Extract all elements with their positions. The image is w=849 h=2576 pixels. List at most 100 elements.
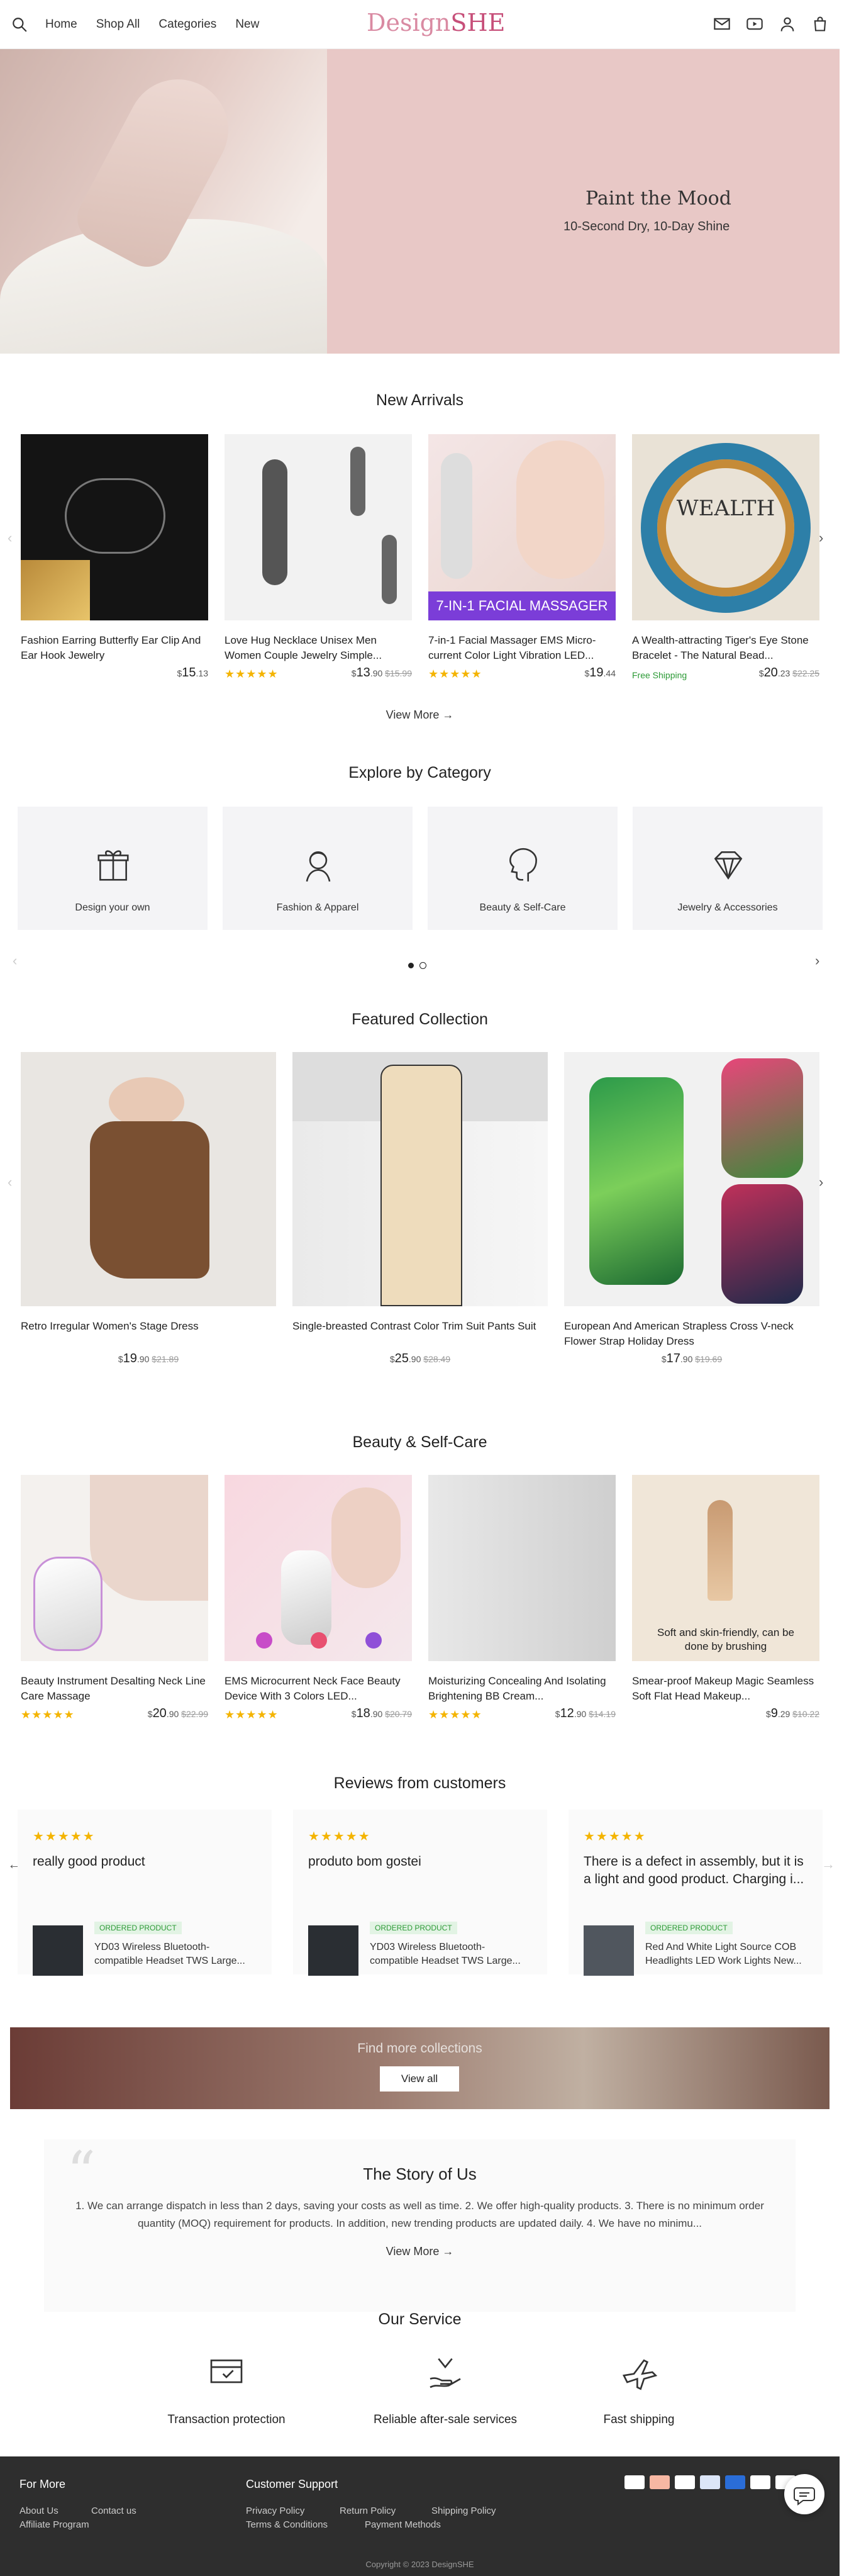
product-image — [225, 1475, 412, 1661]
footer-link-contact[interactable]: Contact us — [91, 2506, 136, 2516]
product-image — [225, 434, 412, 620]
new-arrivals-view-more[interactable]: View More → — [0, 708, 840, 722]
category-label: Fashion & Apparel — [276, 902, 359, 913]
nav-new[interactable]: New — [235, 18, 259, 31]
product-name[interactable]: A Wealth-attracting Tiger's Eye Stone Br… — [632, 633, 819, 663]
price-dec: .90 — [408, 1354, 421, 1364]
old-price: $21.89 — [152, 1354, 179, 1364]
product-name[interactable]: Moisturizing Concealing And Isolating Br… — [428, 1674, 616, 1704]
product-name[interactable]: EMS Microcurrent Neck Face Beauty Device… — [225, 1674, 412, 1704]
product-card[interactable]: 7-IN-1 FACIAL MASSAGER 7-in-1 Facial Mas… — [428, 434, 616, 680]
footer-link-terms[interactable]: Terms & Conditions — [246, 2519, 328, 2530]
product-card[interactable]: Beauty Instrument Desalting Neck Line Ca… — [21, 1475, 208, 1721]
reviewed-product-name: YD03 Wireless Bluetooth-compatible Heads… — [370, 1942, 521, 1966]
product-card[interactable]: Soft and skin-friendly, can be done by b… — [632, 1475, 819, 1721]
product-card[interactable]: Fashion Earring Butterfly Ear Clip And E… — [21, 434, 208, 680]
arrow-right-icon[interactable]: → — [821, 1856, 835, 1873]
chat-button[interactable] — [784, 2474, 824, 2514]
view-more-label: View More — [386, 708, 440, 721]
payment-protection-icon — [210, 2360, 243, 2383]
mail-icon[interactable] — [713, 15, 731, 33]
site-logo[interactable]: DesignSHE — [367, 9, 505, 36]
free-shipping-label: Free Shipping — [632, 670, 687, 680]
product-card[interactable]: Single-breasted Contrast Color Trim Suit… — [292, 1052, 548, 1366]
product-price: $25.90 $28.49 — [389, 1352, 451, 1365]
product-name[interactable]: Love Hug Necklace Unisex Men Women Coupl… — [225, 633, 412, 663]
youtube-icon[interactable] — [746, 15, 763, 33]
cart-icon[interactable] — [811, 15, 829, 33]
old-price: $15.99 — [385, 668, 412, 678]
nav-shop-all[interactable]: Shop All — [96, 18, 140, 31]
price-dec: .44 — [603, 668, 616, 678]
after-sale-icon — [430, 2358, 461, 2388]
product-price: $19.90 $21.89 — [118, 1352, 179, 1365]
service-label: Fast shipping — [603, 2413, 675, 2426]
product-price: $9.29 $10.22 — [765, 1706, 819, 1720]
story-view-more[interactable]: View More → — [44, 2245, 796, 2258]
category-card[interactable]: Beauty & Self-Care — [428, 807, 618, 930]
nav-categories[interactable]: Categories — [158, 18, 216, 31]
hero-banner[interactable]: Paint the Mood 10-Second Dry, 10-Day Shi… — [0, 49, 840, 354]
category-card[interactable]: Fashion & Apparel — [223, 807, 413, 930]
product-image — [564, 1052, 819, 1306]
category-dot[interactable] — [419, 962, 426, 969]
product-name[interactable]: Retro Irregular Women's Stage Dress — [21, 1319, 276, 1349]
chevron-left-icon[interactable]: ‹ — [13, 953, 17, 969]
product-name[interactable]: Smear-proof Makeup Magic Seamless Soft F… — [632, 1674, 819, 1704]
product-thumbnail — [33, 1925, 83, 1976]
product-name[interactable]: Beauty Instrument Desalting Neck Line Ca… — [21, 1674, 208, 1704]
category-dot[interactable] — [408, 962, 414, 969]
chevron-right-icon[interactable]: › — [815, 953, 819, 969]
price-int: 15 — [182, 666, 196, 680]
reviewed-product[interactable]: ORDERED PRODUCT Red And White Light Sour… — [584, 1918, 810, 1976]
product-card[interactable]: Moisturizing Concealing And Isolating Br… — [428, 1475, 616, 1721]
footer-link-return[interactable]: Return Policy — [340, 2506, 396, 2516]
review-card[interactable]: ★★★★★ There is a defect in assembly, but… — [569, 1810, 823, 1976]
product-card[interactable]: Retro Irregular Women's Stage Dress $19.… — [21, 1052, 276, 1366]
chevron-right-icon[interactable]: › — [819, 1174, 823, 1190]
review-card[interactable]: ★★★★★ really good product ORDERED PRODUC… — [18, 1810, 272, 1976]
footer-link-shipping[interactable]: Shipping Policy — [431, 2506, 496, 2516]
view-all-button[interactable]: View all — [380, 2066, 459, 2092]
nav-home[interactable]: Home — [45, 18, 77, 31]
product-card[interactable]: European And American Strapless Cross V-… — [564, 1052, 819, 1366]
search-icon[interactable] — [11, 16, 28, 33]
category-card[interactable]: Jewelry & Accessories — [633, 807, 823, 930]
footer-link-payment[interactable]: Payment Methods — [365, 2519, 441, 2530]
mastercard-icon — [650, 2475, 670, 2489]
reviewed-product[interactable]: ORDERED PRODUCT YD03 Wireless Bluetooth-… — [33, 1918, 259, 1976]
product-image — [428, 1475, 616, 1661]
product-name[interactable]: 7-in-1 Facial Massager EMS Micro-current… — [428, 633, 616, 663]
footer-link-privacy[interactable]: Privacy Policy — [246, 2506, 304, 2516]
visa-icon — [624, 2475, 645, 2489]
product-name[interactable]: Single-breasted Contrast Color Trim Suit… — [292, 1319, 548, 1349]
old-price: $22.99 — [181, 1709, 208, 1719]
rating-stars: ★★★★★ — [225, 668, 279, 680]
product-card[interactable]: Love Hug Necklace Unisex Men Women Coupl… — [225, 434, 412, 680]
product-card[interactable]: WEALTH A Wealth-attracting Tiger's Eye S… — [632, 434, 819, 680]
footer-link-about[interactable]: About Us — [19, 2506, 58, 2516]
review-card[interactable]: ★★★★★ produto bom gostei ORDERED PRODUCT… — [293, 1810, 547, 1976]
discover-icon — [750, 2475, 770, 2489]
chevron-right-icon[interactable]: › — [819, 530, 823, 546]
chevron-left-icon[interactable]: ‹ — [8, 1174, 12, 1190]
product-name[interactable]: Fashion Earring Butterfly Ear Clip And E… — [21, 633, 208, 663]
category-card[interactable]: Design your own — [18, 807, 208, 930]
footer-link-affiliate[interactable]: Affiliate Program — [19, 2519, 89, 2530]
product-thumbnail — [308, 1925, 358, 1976]
product-card[interactable]: EMS Microcurrent Neck Face Beauty Device… — [225, 1475, 412, 1721]
old-price: $22.25 — [792, 668, 819, 678]
price-dec: .23 — [777, 668, 791, 678]
chevron-left-icon[interactable]: ‹ — [8, 530, 12, 546]
price-int: 19 — [123, 1352, 137, 1365]
product-image — [21, 1052, 276, 1306]
hero-image — [0, 49, 327, 354]
ordered-product-badge: ORDERED PRODUCT — [370, 1922, 457, 1934]
account-icon[interactable] — [779, 15, 796, 33]
new-arrivals-title: New Arrivals — [376, 391, 463, 409]
reviewed-product[interactable]: ORDERED PRODUCT YD03 Wireless Bluetooth-… — [308, 1918, 535, 1976]
service-label: Transaction protection — [167, 2413, 286, 2426]
payment-methods — [624, 2475, 796, 2489]
price-dec: .90 — [370, 1709, 383, 1719]
product-name[interactable]: European And American Strapless Cross V-… — [564, 1319, 819, 1349]
